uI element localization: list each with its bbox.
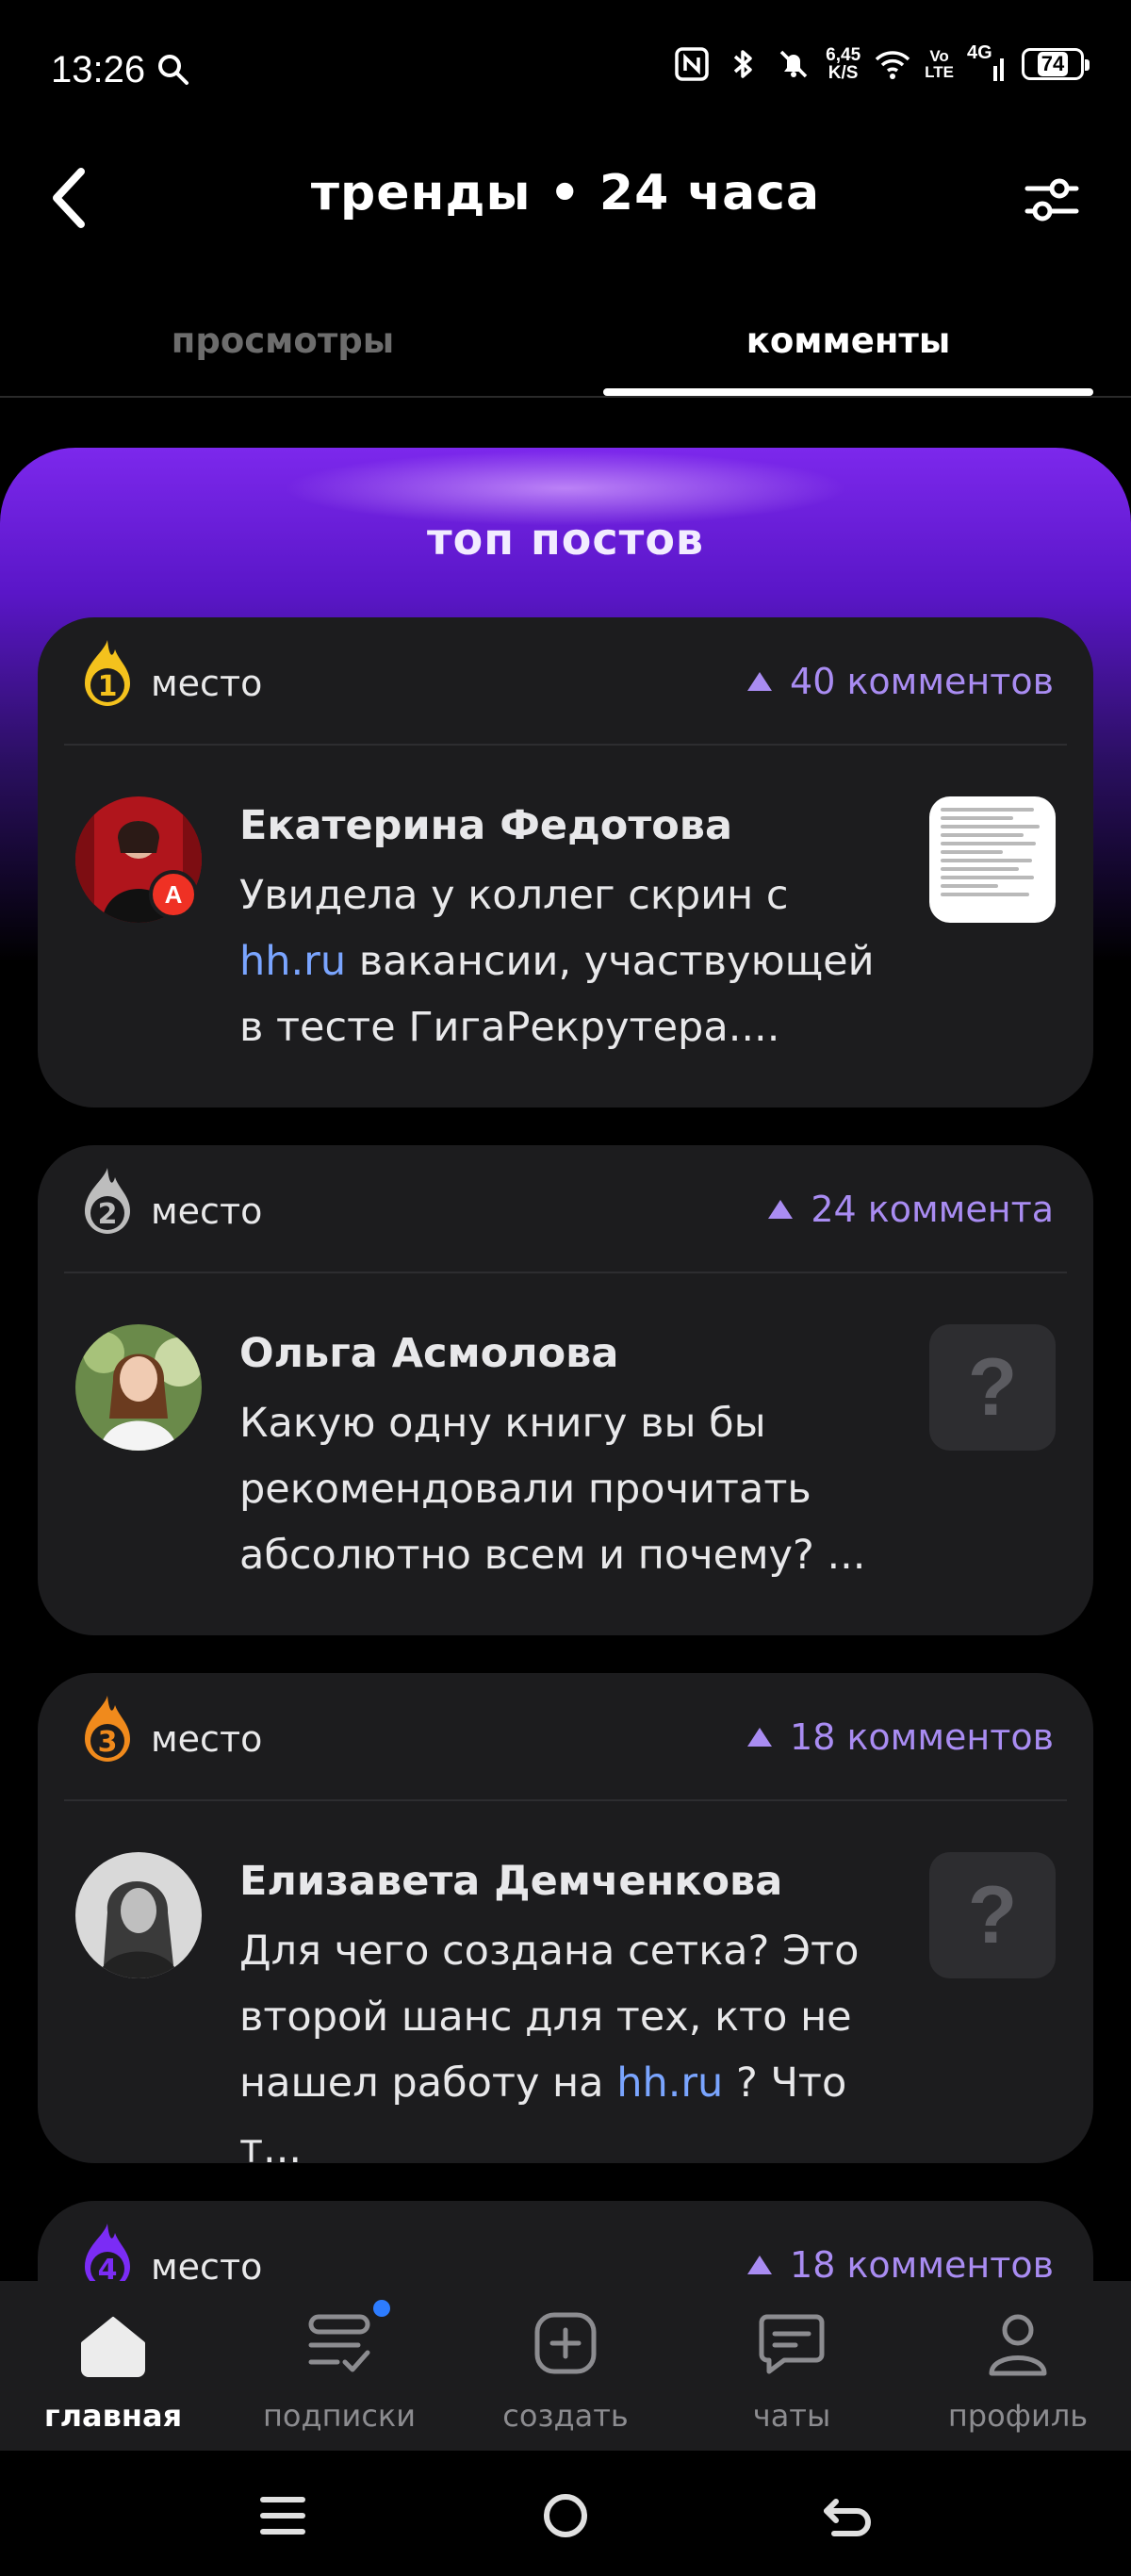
net-speed: 6,45 K/S [826, 45, 861, 83]
wifi-icon [875, 51, 910, 79]
triangle-up-icon [747, 2256, 773, 2274]
profile-icon [989, 2314, 1047, 2376]
place-label: место [151, 1718, 263, 1760]
nav-home[interactable]: главная [0, 2281, 226, 2451]
status-bar: 13:26 6,45 K/S Vo LTE 4G 74 [0, 0, 1131, 141]
active-tab-indicator [603, 388, 1093, 396]
triangle-up-icon [747, 1728, 773, 1747]
post-text[interactable]: Для чего создана сетка? Это второй шанс … [239, 1918, 899, 2182]
nav-create[interactable]: создать [452, 2281, 679, 2451]
nav-label: профиль [947, 2398, 1089, 2434]
volte-indicator: Vo LTE [925, 47, 954, 81]
mute-icon [779, 50, 808, 78]
home-button[interactable] [533, 2483, 598, 2549]
post-card-3[interactable]: 3 место 18 комментов Елизавета Демченков… [38, 1673, 1093, 2173]
comment-count: 18 комментов [746, 1716, 1054, 1758]
notification-dot [373, 2300, 390, 2317]
post-thumbnail[interactable] [929, 796, 1056, 923]
company-badge: А [149, 870, 198, 919]
rank-badge: 1 [77, 636, 138, 712]
create-icon [534, 2312, 597, 2374]
post-thumbnail[interactable]: ? [929, 1852, 1056, 1978]
section-title: топ постов [426, 514, 705, 565]
post-card-1[interactable]: 1 место 40 комментов А Екатерина Федотов… [38, 617, 1093, 1108]
svg-text:2: 2 [98, 1198, 118, 1231]
comment-count: 18 комментов [746, 2244, 1054, 2286]
flame-icon: 1 [85, 640, 130, 706]
filter-button[interactable] [1022, 170, 1082, 230]
question-icon: ? [967, 1869, 1018, 1961]
battery-indicator: 74 [1022, 48, 1090, 80]
triangle-up-icon [768, 1200, 794, 1219]
app-header: тренды • 24 часа [0, 141, 1131, 254]
tab-views[interactable]: просмотры [0, 320, 566, 361]
nav-subscriptions[interactable]: подписки [226, 2281, 452, 2451]
bluetooth-icon [734, 50, 752, 78]
tab-bar: просмотры комменты [0, 302, 1131, 398]
flame-icon: 3 [85, 1696, 130, 1762]
page-title: тренды • 24 часа [310, 165, 821, 222]
nav-chats[interactable]: чаты [679, 2281, 905, 2451]
rank-badge: 2 [77, 1164, 138, 1239]
place-label: место [151, 663, 263, 704]
tab-comments[interactable]: комменты [566, 320, 1131, 361]
post-card-2[interactable]: 2 место 24 коммента Ольга Асмолова Какую… [38, 1145, 1093, 1635]
comment-count: 24 коммента [767, 1189, 1054, 1230]
signal-indicator: 4G [967, 43, 1008, 83]
recent-apps-button[interactable] [250, 2483, 316, 2549]
status-time: 13:26 [51, 49, 146, 90]
nav-label: создать [502, 2398, 629, 2434]
post-link[interactable]: hh.ru [239, 938, 346, 985]
triangle-up-icon [747, 672, 773, 691]
subscriptions-icon [308, 2314, 370, 2372]
svg-text:3: 3 [98, 1726, 118, 1759]
search-icon [158, 55, 188, 85]
nav-label: подписки [262, 2398, 417, 2434]
post-text[interactable]: Увидела у коллег скрин с hh.ru вакансии,… [239, 862, 899, 1060]
post-author[interactable]: Елизавета Демченкова [239, 1858, 782, 1905]
signal-icon [993, 58, 1004, 81]
rank-badge: 3 [77, 1692, 138, 1767]
avatar[interactable] [75, 1324, 202, 1451]
post-author[interactable]: Ольга Асмолова [239, 1330, 618, 1377]
question-icon: ? [967, 1341, 1018, 1433]
comment-count: 40 комментов [746, 661, 1054, 702]
home-icon [81, 2317, 145, 2377]
nav-label: главная [43, 2398, 183, 2434]
status-icons: 6,45 K/S Vo LTE 4G 74 [673, 43, 1090, 83]
place-label: место [151, 1190, 263, 1232]
back-nav-button[interactable] [815, 2483, 881, 2549]
post-thumbnail[interactable]: ? [929, 1324, 1056, 1451]
svg-text:1: 1 [98, 670, 118, 703]
nav-profile[interactable]: профиль [905, 2281, 1131, 2451]
post-author[interactable]: Екатерина Федотова [239, 802, 732, 849]
thumbnail-text-lines [941, 808, 1044, 901]
post-link[interactable]: hh.ru [616, 2059, 723, 2107]
nav-label: чаты [752, 2398, 831, 2434]
chat-icon [759, 2314, 825, 2374]
bottom-navigation: главная подписки создать чаты профиль [0, 2281, 1131, 2451]
system-navigation [0, 2451, 1131, 2576]
post-text[interactable]: Какую одну книгу вы бы рекомендовали про… [239, 1390, 899, 1588]
avatar[interactable] [75, 1852, 202, 1978]
nfc-icon [675, 47, 709, 81]
flame-icon: 2 [85, 1168, 130, 1234]
